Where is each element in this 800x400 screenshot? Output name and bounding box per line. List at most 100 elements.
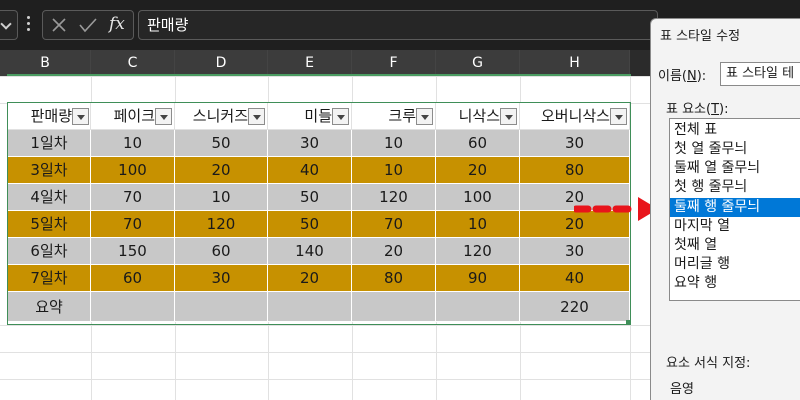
filter-dropdown-icon[interactable] xyxy=(416,108,433,125)
table-resize-handle[interactable] xyxy=(626,320,631,325)
header-cell[interactable]: 크루 xyxy=(352,103,436,130)
summary-cell[interactable] xyxy=(91,292,175,322)
column-header-f[interactable]: F xyxy=(352,50,436,76)
data-cell[interactable]: 150 xyxy=(91,238,175,265)
formula-input[interactable]: 판매량 xyxy=(138,10,658,40)
shading-label: 음영 xyxy=(670,382,694,397)
chevron-down-icon xyxy=(0,18,12,30)
column-header-h[interactable]: H xyxy=(520,50,630,76)
modify-table-style-dialog: 표 스타일 수정 이름(N): 표 스타일 테 표 요소(T): 전체 표 첫 … xyxy=(650,18,800,400)
row-label-cell[interactable]: 7일차 xyxy=(8,265,91,292)
filter-dropdown-icon[interactable] xyxy=(500,108,517,125)
data-cell[interactable]: 10 xyxy=(436,211,520,238)
data-cell[interactable]: 140 xyxy=(268,238,352,265)
table-row: 1일차 10 50 30 10 60 30 xyxy=(8,130,630,157)
row-label-cell[interactable]: 1일차 xyxy=(8,130,91,157)
data-cell[interactable]: 50 xyxy=(175,130,268,157)
dialog-title: 표 스타일 수정 xyxy=(660,29,741,44)
data-cell[interactable]: 10 xyxy=(91,130,175,157)
data-cell[interactable]: 20 xyxy=(436,157,520,184)
table-row: 5일차 70 120 50 70 10 20 xyxy=(8,211,630,238)
filter-dropdown-icon[interactable] xyxy=(332,108,349,125)
summary-cell[interactable] xyxy=(175,292,268,322)
header-cell[interactable]: 페이크 xyxy=(91,103,175,130)
data-cell[interactable]: 100 xyxy=(436,184,520,211)
header-cell[interactable]: 니삭스 xyxy=(436,103,520,130)
data-cell[interactable]: 60 xyxy=(175,238,268,265)
table-element-label: 표 요소(T): xyxy=(666,102,729,117)
data-cell[interactable]: 80 xyxy=(520,157,630,184)
data-cell[interactable]: 30 xyxy=(268,130,352,157)
column-header-d[interactable]: D xyxy=(175,50,268,76)
data-cell[interactable]: 40 xyxy=(268,157,352,184)
list-item[interactable]: 첫 행 줄무늬 xyxy=(670,178,800,197)
list-item[interactable]: 첫째 열 xyxy=(670,236,800,255)
row-label-cell[interactable]: 5일차 xyxy=(8,211,91,238)
summary-cell[interactable] xyxy=(352,292,436,322)
data-cell[interactable]: 30 xyxy=(520,238,630,265)
data-cell[interactable]: 10 xyxy=(352,130,436,157)
row-label-cell[interactable]: 4일차 xyxy=(8,184,91,211)
data-cell[interactable]: 50 xyxy=(268,184,352,211)
data-cell[interactable]: 70 xyxy=(91,184,175,211)
data-cell[interactable]: 20 xyxy=(352,238,436,265)
column-header-e[interactable]: E xyxy=(268,50,352,76)
data-cell[interactable]: 30 xyxy=(175,265,268,292)
header-label: 페이크 xyxy=(113,107,155,125)
row-label-cell[interactable]: 6일차 xyxy=(8,238,91,265)
data-cell[interactable]: 30 xyxy=(520,130,630,157)
element-format-label: 요소 서식 지정: xyxy=(666,356,751,371)
header-cell[interactable]: 판매량 xyxy=(8,103,91,130)
data-cell[interactable]: 60 xyxy=(436,130,520,157)
table-row: 6일차 150 60 140 20 120 30 xyxy=(8,238,630,265)
list-item[interactable]: 둘째 열 줄무늬 xyxy=(670,159,800,178)
row-label-cell[interactable]: 3일차 xyxy=(8,157,91,184)
filter-dropdown-icon[interactable] xyxy=(610,108,627,125)
filter-dropdown-icon[interactable] xyxy=(248,108,265,125)
data-cell[interactable]: 20 xyxy=(268,265,352,292)
header-cell[interactable]: 스니커즈 xyxy=(175,103,268,130)
data-cell[interactable]: 40 xyxy=(520,265,630,292)
list-item[interactable]: 머리글 행 xyxy=(670,255,800,274)
name-box-dropdown[interactable] xyxy=(0,10,18,40)
filter-dropdown-icon[interactable] xyxy=(155,108,172,125)
summary-label-cell[interactable]: 요약 xyxy=(8,292,91,322)
header-label: 판매량 xyxy=(30,107,72,125)
data-cell[interactable]: 120 xyxy=(352,184,436,211)
more-options-icon[interactable] xyxy=(27,14,31,36)
x-icon[interactable] xyxy=(51,17,67,33)
summary-cell[interactable] xyxy=(436,292,520,322)
list-item[interactable]: 요약 행 xyxy=(670,274,800,293)
column-header-g[interactable]: G xyxy=(436,50,520,76)
checkmark-icon[interactable] xyxy=(79,17,97,33)
style-name-input[interactable]: 표 스타일 테 xyxy=(720,62,800,86)
list-item[interactable]: 마지막 열 xyxy=(670,217,800,236)
header-label: 스니커즈 xyxy=(192,107,248,125)
header-cell[interactable]: 오버니삭스 xyxy=(520,103,630,130)
data-cell[interactable]: 120 xyxy=(175,211,268,238)
data-cell[interactable]: 70 xyxy=(91,211,175,238)
data-cell[interactable]: 120 xyxy=(436,238,520,265)
column-header-c[interactable]: C xyxy=(91,50,175,76)
data-cell[interactable]: 10 xyxy=(175,184,268,211)
data-cell[interactable]: 10 xyxy=(352,157,436,184)
list-item[interactable]: 전체 표 xyxy=(670,121,800,140)
data-cell[interactable]: 90 xyxy=(436,265,520,292)
filter-dropdown-icon[interactable] xyxy=(72,108,89,125)
summary-cell[interactable] xyxy=(268,292,352,322)
insert-function-button[interactable]: fx xyxy=(109,14,125,34)
summary-cell[interactable]: 220 xyxy=(520,292,630,322)
column-header-b[interactable]: B xyxy=(0,50,91,76)
data-cell[interactable]: 70 xyxy=(352,211,436,238)
formula-buttons: fx xyxy=(42,10,134,40)
column-header-next[interactable] xyxy=(630,50,650,76)
data-cell[interactable]: 60 xyxy=(91,265,175,292)
list-item[interactable]: 첫 열 줄무늬 xyxy=(670,140,800,159)
data-cell[interactable]: 50 xyxy=(268,211,352,238)
data-cell[interactable]: 80 xyxy=(352,265,436,292)
table-element-list[interactable]: 전체 표 첫 열 줄무늬 둘째 열 줄무늬 첫 행 줄무늬 둘째 행 줄무늬 마… xyxy=(669,118,800,301)
data-cell[interactable]: 20 xyxy=(175,157,268,184)
list-item-selected[interactable]: 둘째 행 줄무늬 xyxy=(670,198,800,217)
data-cell[interactable]: 100 xyxy=(91,157,175,184)
header-cell[interactable]: 미들 xyxy=(268,103,352,130)
